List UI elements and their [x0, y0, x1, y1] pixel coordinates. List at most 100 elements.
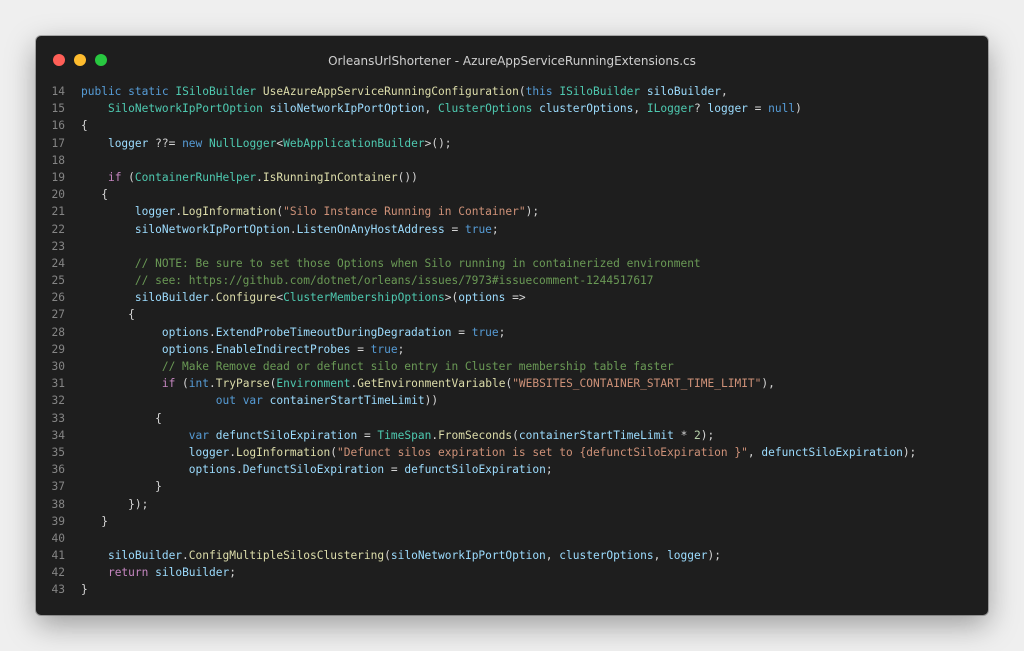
code-line: 39 } — [36, 513, 988, 530]
code-text: // Make Remove dead or defunct silo entr… — [81, 358, 674, 375]
code-token: 2 — [694, 428, 701, 442]
code-token: public — [81, 85, 122, 98]
code-token: } — [81, 583, 88, 597]
code-line: 15 SiloNetworkIpPortOption siloNetworkIp… — [36, 100, 988, 117]
code-token: logger — [134, 205, 176, 219]
code-token: , — [653, 549, 668, 563]
code-token: siloBuilder — [155, 566, 230, 580]
line-number: 32 — [51, 394, 65, 408]
line-number: 21 — [51, 205, 65, 219]
code-token: { — [81, 119, 88, 133]
code-text: out var containerStartTimeLimit)) — [81, 392, 438, 409]
code-text: siloNetworkIpPortOption.ListenOnAnyHostA… — [81, 221, 499, 238]
code-token: = — [747, 102, 769, 116]
code-text: { — [81, 410, 162, 427]
code-token: ? — [694, 102, 708, 116]
code-token: DefunctSiloExpiration — [242, 463, 385, 477]
code-token: Configure — [215, 291, 277, 305]
code-token: siloNetworkIpPortOption — [269, 102, 425, 116]
window-title: OrleansUrlShortener - AzureAppServiceRun… — [328, 54, 696, 68]
code-token: >(); — [424, 136, 452, 150]
code-token: ); — [902, 445, 917, 459]
code-text: SiloNetworkIpPortOption siloNetworkIpPor… — [81, 100, 802, 117]
code-token: TryParse — [215, 377, 270, 391]
code-token: ISiloBuilder — [559, 85, 641, 98]
code-token: var — [188, 428, 209, 442]
code-text: }); — [81, 496, 148, 513]
code-token: var — [242, 394, 263, 408]
line-number: 22 — [51, 222, 65, 236]
code-line: 22 siloNetworkIpPortOption.ListenOnAnyHo… — [36, 221, 988, 238]
code-token: = — [357, 428, 378, 442]
code-token: null — [768, 102, 796, 116]
code-text: return siloBuilder; — [81, 564, 236, 581]
code-token: siloBuilder — [107, 549, 183, 563]
code-token: if — [161, 377, 176, 391]
line-number: 19 — [51, 170, 65, 184]
code-token: => — [505, 291, 526, 305]
code-token: { — [81, 411, 162, 425]
code-token: ??= — [148, 136, 183, 150]
line-number: 20 — [51, 188, 65, 202]
code-token: defunctSiloExpiration — [404, 463, 546, 477]
code-line: 32 out var containerStartTimeLimit)) — [36, 392, 988, 409]
code-line: 42 return siloBuilder; — [36, 564, 988, 581]
code-token: ); — [700, 428, 715, 442]
code-token: . — [209, 377, 216, 391]
line-number: 25 — [51, 274, 65, 288]
line-number: 30 — [51, 360, 65, 373]
code-line: 34 var defunctSiloExpiration = TimeSpan.… — [36, 427, 988, 444]
code-token: , — [633, 102, 647, 116]
line-number: 42 — [51, 566, 65, 580]
code-text: public static ISiloBuilder UseAzureAppSe… — [81, 83, 728, 100]
line-number: 18 — [51, 153, 65, 167]
code-token: ConfigMultipleSilosClustering — [188, 549, 385, 563]
code-token: >( — [444, 291, 459, 305]
line-number: 41 — [51, 549, 65, 563]
code-token: = — [444, 222, 465, 236]
code-token: ; — [491, 222, 499, 236]
code-token: ()) — [397, 170, 418, 184]
code-token: if — [107, 170, 122, 184]
code-text: { — [81, 186, 108, 203]
code-line: 30 // Make Remove dead or defunct silo e… — [36, 358, 988, 375]
code-line: 38 }); — [36, 496, 988, 513]
code-line: 36 options.DefunctSiloExpiration = defun… — [36, 461, 988, 478]
code-token: ILogger — [646, 102, 695, 116]
code-token: }); — [81, 497, 149, 511]
code-token: logger — [667, 549, 708, 563]
code-text: { — [81, 306, 135, 323]
code-token: GetEnvironmentVariable — [357, 377, 506, 391]
code-line: 28 options.ExtendProbeTimeoutDuringDegra… — [36, 324, 988, 341]
code-token: ( — [121, 170, 135, 184]
code-token: ListenOnAnyHostAddress — [296, 222, 445, 236]
line-number: 23 — [51, 239, 65, 253]
code-line: 17 logger ??= new NullLogger<WebApplicat… — [36, 135, 988, 152]
code-editor[interactable]: 14 public static ISiloBuilder UseAzureApp… — [36, 83, 988, 599]
code-line: 33 { — [36, 410, 988, 427]
code-token: * — [673, 428, 695, 442]
code-line: 43} — [36, 581, 988, 598]
code-token: FromSeconds — [438, 428, 513, 442]
code-window: OrleansUrlShortener - AzureAppServiceRun… — [36, 36, 988, 615]
code-text: logger ??= new NullLogger<WebApplication… — [81, 135, 452, 152]
code-token: } — [81, 480, 162, 494]
code-token: , — [545, 549, 560, 563]
code-token: . — [229, 445, 236, 459]
code-token: TimeSpan — [377, 428, 432, 442]
line-number: 31 — [51, 377, 65, 391]
code-token: clusterOptions — [559, 549, 654, 563]
code-token: siloNetworkIpPortOption — [134, 222, 290, 236]
line-number: 24 — [51, 256, 65, 270]
